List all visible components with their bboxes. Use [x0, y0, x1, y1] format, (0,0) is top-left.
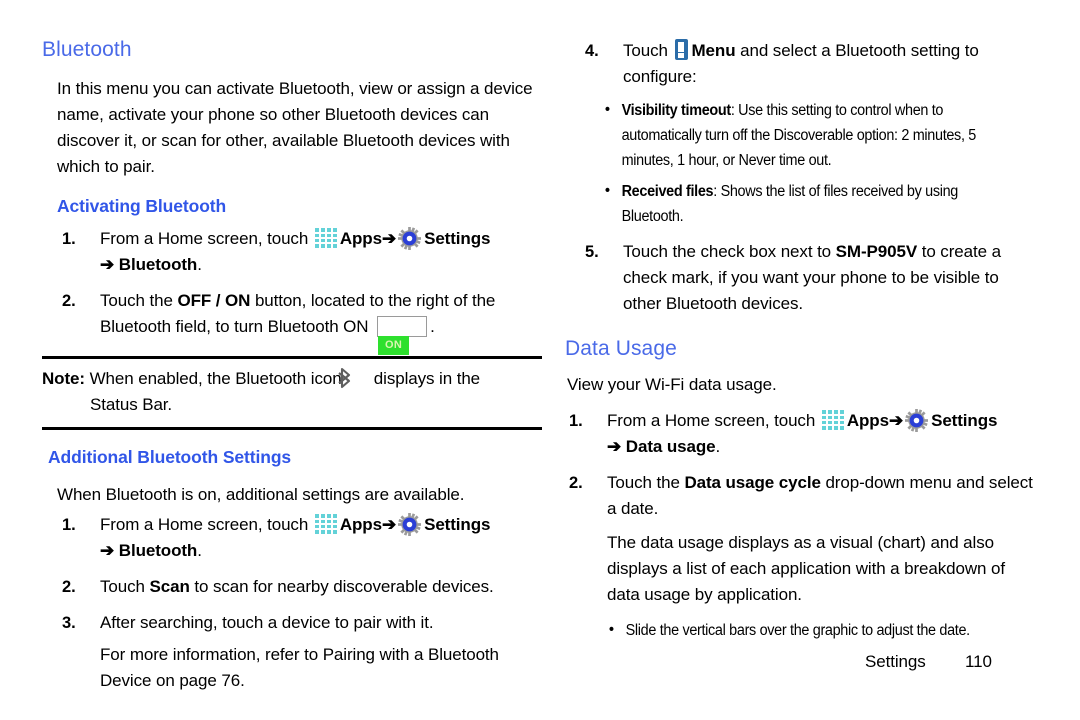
- step-number: 5.: [585, 243, 599, 261]
- step-text: From a Home screen, touch: [100, 514, 313, 534]
- arrow-icon: ➔: [607, 437, 622, 457]
- settings-gear-icon: [398, 227, 422, 251]
- arrow-icon: ➔: [888, 411, 904, 431]
- step-number: 2.: [62, 292, 76, 311]
- list-item: Visibility timeout: Use this setting to …: [603, 97, 1005, 173]
- off-on-label: OFF / ON: [177, 291, 251, 311]
- list-item: 3. After searching, touch a device to pa…: [42, 610, 542, 694]
- footer-section-label: Settings: [865, 652, 926, 671]
- step-text: From a Home screen, touch: [100, 229, 313, 249]
- step-text: Touch the: [100, 291, 178, 311]
- step-text: Touch the check box next to: [623, 242, 836, 261]
- period: .: [197, 255, 202, 275]
- list-item: 4. Touch Menu and select a Bluetooth set…: [565, 38, 1035, 90]
- step-number: 1.: [569, 412, 583, 431]
- toggle-on-label: ON: [378, 336, 410, 356]
- data-usage-cycle-label: Data usage cycle: [684, 473, 821, 493]
- page-title-bluetooth: Bluetooth: [42, 38, 132, 61]
- right-column: 4. Touch Menu and select a Bluetooth set…: [565, 38, 1035, 643]
- arrow-icon: ➔: [381, 229, 397, 249]
- scan-label: Scan: [149, 576, 190, 596]
- step-text: After searching, touch a device to pair …: [100, 612, 434, 632]
- bluetooth-step-5: 5. Touch the check box next to SM-P905V …: [565, 239, 1035, 317]
- step-text: Touch: [623, 41, 673, 60]
- list-item: 5. Touch the check box next to SM-P905V …: [565, 239, 1035, 317]
- note-text-before-icon: When enabled, the Bluetooth icon: [84, 369, 347, 389]
- heading-additional-bluetooth-settings: Additional Bluetooth Settings: [48, 447, 292, 468]
- period: .: [430, 317, 435, 337]
- step-number: 2.: [62, 577, 76, 596]
- bullet-term: Visibility timeout: [621, 102, 732, 119]
- settings-label: Settings: [424, 514, 491, 534]
- note-text: Note: When enabled, the Bluetooth icon d…: [42, 359, 542, 427]
- arrow-icon: ➔: [381, 514, 397, 534]
- list-item: 2. Touch the OFF / ON button, located to…: [42, 288, 542, 356]
- data-usage-bullets: Slide the vertical bars over the graphic…: [607, 617, 1035, 643]
- additional-intro-paragraph: When Bluetooth is on, additional setting…: [57, 484, 465, 504]
- step-text: Touch: [100, 576, 150, 596]
- footer-page-number: 110: [965, 652, 992, 671]
- step-text: to scan for nearby discoverable devices.: [189, 576, 494, 596]
- bluetooth-setting-bullets: Visibility timeout: Use this setting to …: [603, 97, 1035, 229]
- list-item: 2. Touch the Data usage cycle drop-down …: [565, 470, 1035, 608]
- step-text: From a Home screen, touch: [607, 411, 820, 431]
- bluetooth-steps-continued: 4. Touch Menu and select a Bluetooth set…: [565, 38, 1035, 90]
- apps-grid-icon: [314, 513, 337, 534]
- apps-label: Apps: [339, 514, 382, 534]
- arrow-icon: ➔: [100, 540, 115, 560]
- list-item: Slide the vertical bars over the graphic…: [607, 617, 1005, 643]
- period: .: [197, 540, 202, 560]
- step-continuation: For more information, refer to Pairing w…: [100, 644, 499, 690]
- step-continuation: The data usage displays as a visual (cha…: [607, 533, 1006, 605]
- bluetooth-icon: [338, 367, 365, 389]
- apps-grid-icon: [821, 410, 844, 431]
- activating-bluetooth-steps: 1. From a Home screen, touch Apps➔ Settin…: [42, 226, 542, 356]
- bluetooth-intro-paragraph: In this menu you can activate Bluetooth,…: [57, 79, 533, 177]
- page-title-data-usage: Data Usage: [565, 337, 677, 360]
- note-continuation: Status Bar.: [90, 395, 173, 415]
- settings-gear-icon: [905, 409, 929, 433]
- toggle-knob: [378, 317, 397, 337]
- period: .: [715, 437, 721, 457]
- manual-page: Bluetooth In this menu you can activate …: [0, 0, 1080, 720]
- step-target-label: Data usage: [625, 437, 716, 457]
- note-text-after-icon: displays in the: [369, 369, 481, 389]
- step-number: 3.: [62, 613, 76, 632]
- data-usage-steps: 1. From a Home screen, touch Apps➔ Settin…: [565, 408, 1035, 608]
- settings-label: Settings: [424, 229, 491, 249]
- settings-gear-icon: [398, 512, 422, 536]
- step-text: Touch the: [607, 473, 685, 493]
- list-item: 1. From a Home screen, touch Apps➔ Settin…: [565, 408, 1035, 460]
- left-column: Bluetooth In this menu you can activate …: [42, 38, 542, 694]
- heading-activating-bluetooth: Activating Bluetooth: [57, 196, 227, 217]
- device-model-label: SM-P905V: [835, 242, 918, 261]
- step-target-label: Bluetooth: [118, 540, 198, 560]
- step-number: 2.: [569, 474, 583, 493]
- bullet-term: Received files: [621, 183, 714, 200]
- list-item: Received files: Shows the list of files …: [603, 178, 1005, 229]
- note-rule-bottom: [42, 427, 542, 431]
- list-item: 1. From a Home screen, touch Apps➔ Settin…: [42, 226, 542, 278]
- step-target-label: Bluetooth: [118, 255, 198, 275]
- menu-icon: [674, 39, 688, 60]
- apps-grid-icon: [314, 228, 337, 249]
- on-off-toggle[interactable]: ON: [377, 316, 428, 356]
- note-block: Note: When enabled, the Bluetooth icon d…: [42, 356, 542, 431]
- additional-bluetooth-steps: 1. From a Home screen, touch Apps➔ Settin…: [42, 512, 542, 694]
- data-usage-intro: View your Wi-Fi data usage.: [567, 375, 777, 395]
- note-label: Note:: [42, 369, 85, 389]
- arrow-icon: ➔: [100, 255, 115, 275]
- list-item: 2. Touch Scan to scan for nearby discove…: [42, 574, 542, 600]
- settings-label: Settings: [931, 411, 998, 431]
- apps-label: Apps: [846, 411, 889, 431]
- step-number: 1.: [62, 515, 76, 534]
- menu-label: Menu: [691, 41, 736, 60]
- step-number: 4.: [585, 42, 599, 60]
- apps-label: Apps: [339, 229, 382, 249]
- step-number: 1.: [62, 230, 76, 249]
- list-item: 1. From a Home screen, touch Apps➔ Settin…: [42, 512, 542, 564]
